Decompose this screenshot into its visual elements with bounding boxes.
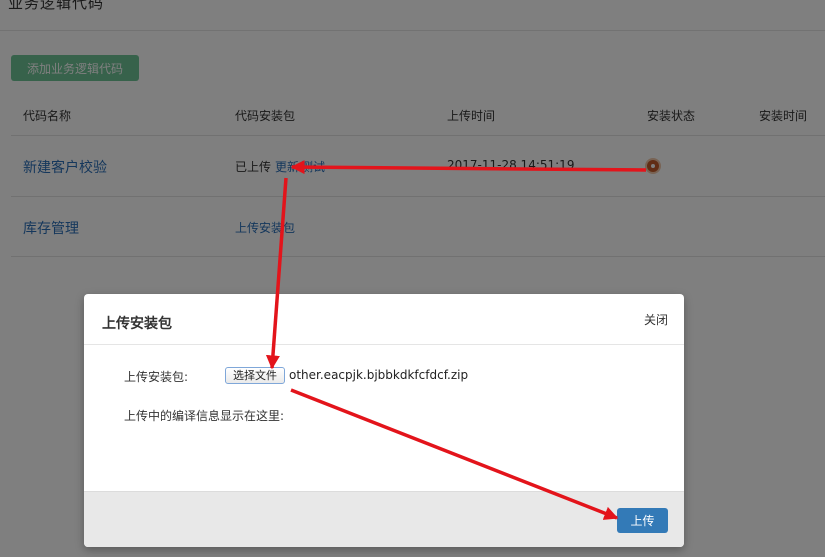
selected-file-name: other.eacpjk.bjbbkdkfcfdcf.zip (289, 368, 469, 382)
modal-footer: 上传 (84, 491, 684, 547)
modal-close-button[interactable]: 关闭 (644, 311, 668, 328)
choose-file-button[interactable]: 选择文件 (225, 367, 285, 384)
modal-body: 上传安装包: 选择文件 other.eacpjk.bjbbkdkfcfdcf.z… (84, 345, 684, 491)
upload-button[interactable]: 上传 (617, 508, 668, 533)
compile-info-text: 上传中的编译信息显示在这里: (124, 409, 285, 423)
modal-title: 上传安装包 (102, 316, 172, 332)
file-input-label: 上传安装包: (124, 370, 189, 384)
modal-header: 上传安装包 关闭 (84, 294, 684, 345)
upload-package-modal: 上传安装包 关闭 上传安装包: 选择文件 other.eacpjk.bjbbkd… (84, 294, 684, 547)
